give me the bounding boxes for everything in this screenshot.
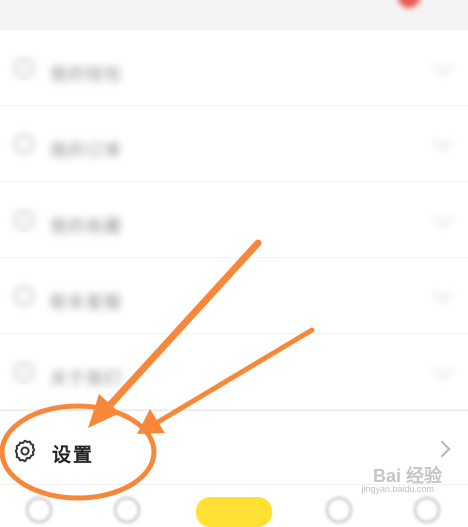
menu-item-icon bbox=[14, 210, 34, 230]
chevron-down-icon bbox=[433, 283, 453, 303]
menu-item-icon bbox=[14, 286, 34, 306]
tab-favorite-icon[interactable] bbox=[326, 497, 352, 523]
menu-item-label: 关于我们 bbox=[50, 369, 122, 388]
tab-discover-icon[interactable] bbox=[114, 497, 140, 523]
chevron-right-icon bbox=[433, 440, 451, 458]
top-bar bbox=[0, 0, 468, 31]
menu-item-label: 我的订单 bbox=[50, 141, 122, 160]
tab-center-button[interactable] bbox=[196, 497, 272, 527]
settings-label: 设置 bbox=[52, 445, 95, 466]
watermark-url: jingyan.baidu.com bbox=[361, 484, 434, 494]
menu-item-icon bbox=[14, 134, 34, 154]
menu-item-label: 联系客服 bbox=[50, 293, 122, 312]
menu-item-label: 我的钱包 bbox=[50, 65, 122, 84]
menu-item-icon bbox=[14, 58, 34, 78]
chevron-down-icon bbox=[433, 131, 453, 151]
chevron-down-icon bbox=[433, 207, 453, 227]
chevron-down-icon bbox=[433, 55, 453, 75]
tab-profile-icon[interactable] bbox=[414, 497, 440, 523]
menu-item-icon bbox=[14, 362, 34, 382]
menu-item[interactable]: 我的订单 bbox=[0, 106, 468, 182]
menu-item[interactable]: 我的收藏 bbox=[0, 182, 468, 258]
gear-icon bbox=[14, 439, 36, 463]
menu-item[interactable]: 关于我们 bbox=[0, 334, 468, 410]
chevron-down-icon bbox=[433, 359, 453, 379]
menu-list: 我的钱包 我的订单 我的收藏 联系客服 关于我们 bbox=[0, 30, 468, 410]
menu-item[interactable]: 我的钱包 bbox=[0, 30, 468, 106]
divider bbox=[0, 410, 468, 411]
notification-badge bbox=[398, 0, 420, 8]
menu-item-label: 我的收藏 bbox=[50, 217, 122, 236]
menu-item[interactable]: 联系客服 bbox=[0, 258, 468, 334]
tab-home-icon[interactable] bbox=[26, 497, 52, 523]
